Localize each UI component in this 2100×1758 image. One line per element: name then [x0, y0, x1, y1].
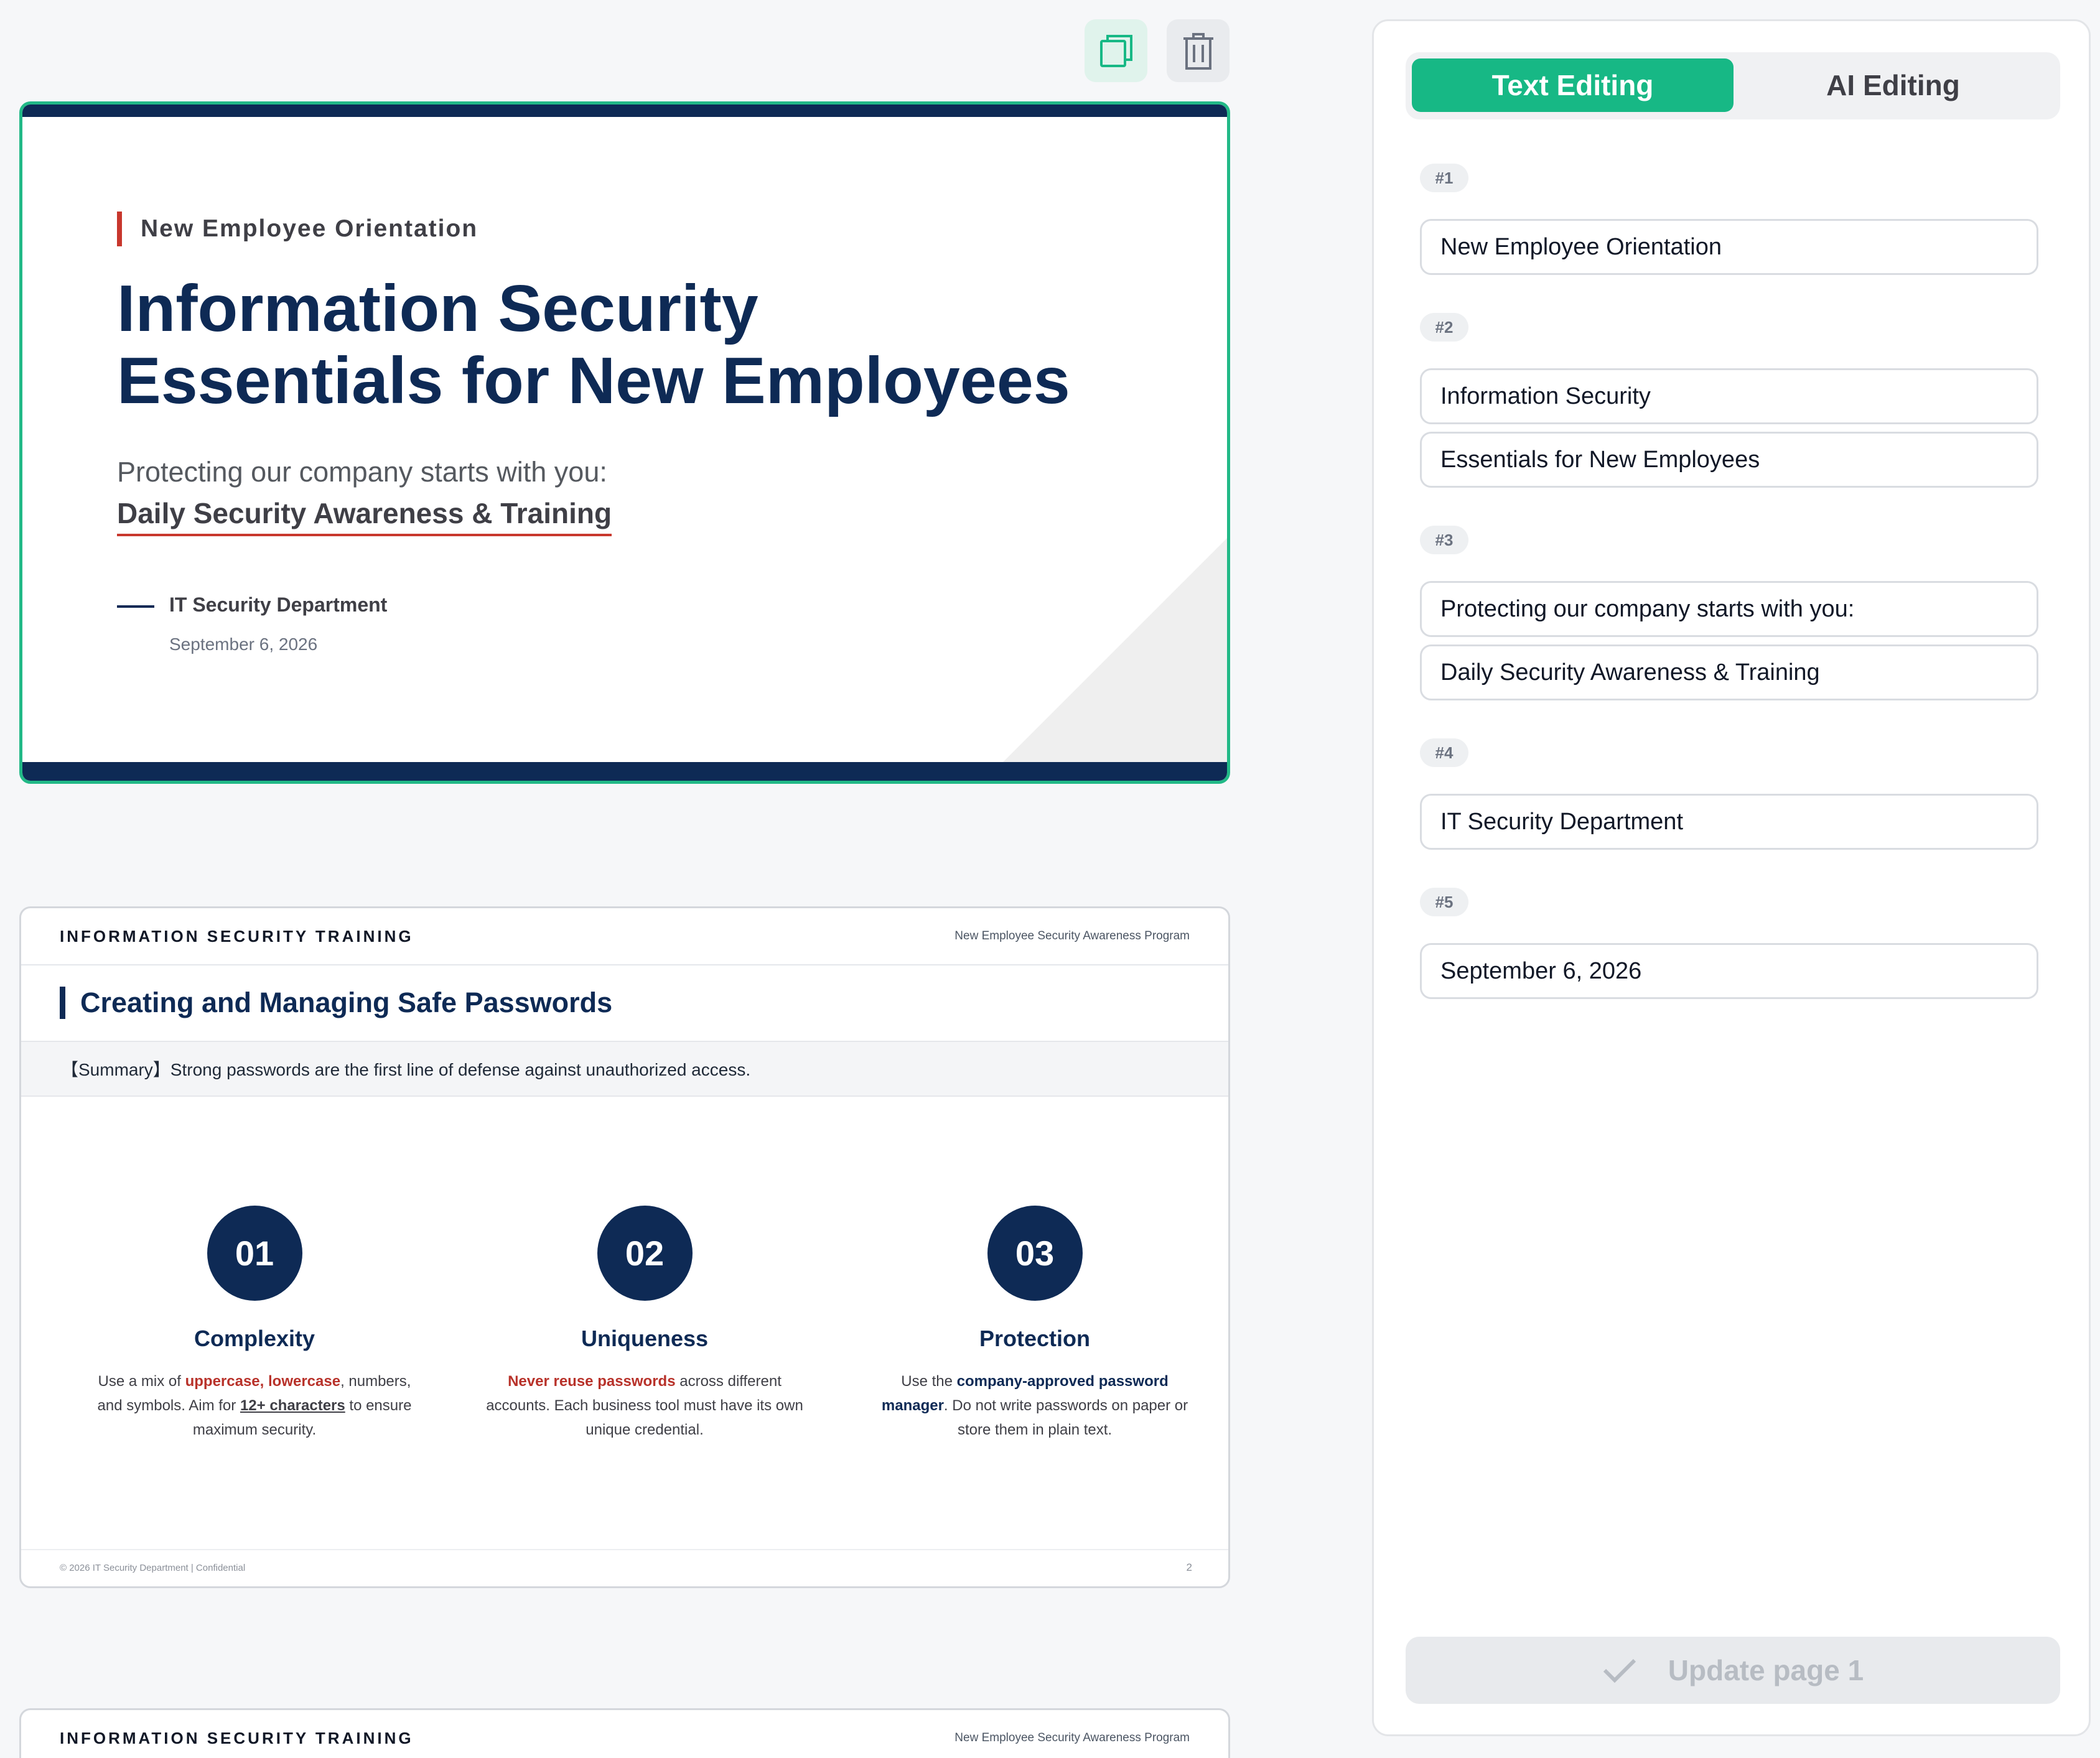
slide-header-brand: INFORMATION SECURITY TRAINING — [60, 1729, 414, 1747]
feature-description: Use the company-approved password manage… — [881, 1373, 1188, 1438]
slide-title-line-2: Essentials for New Employees — [117, 344, 1070, 417]
text-group-badge: #4 — [1420, 738, 1468, 767]
slide-1-thumbnail[interactable]: New Employee Orientation Information Sec… — [19, 101, 1230, 784]
slide-header-program: New Employee Security Awareness Program — [954, 1731, 1190, 1744]
slide-title: Information Security Essentials for New … — [117, 272, 1070, 417]
feature-description: Use a mix of uppercase, lowercase, numbe… — [97, 1373, 412, 1438]
slide-header-program: New Employee Security Awareness Program — [954, 929, 1190, 942]
slide-header-brand: INFORMATION SECURITY TRAINING — [60, 927, 414, 946]
feature-description: Never reuse passwords across different a… — [486, 1373, 803, 1438]
feature-heading: Protection — [979, 1326, 1090, 1351]
feature-heading: Uniqueness — [581, 1326, 709, 1351]
tab-ai-editing[interactable]: AI Editing — [1732, 58, 2054, 112]
text-field[interactable] — [1420, 219, 2038, 275]
slide-2-thumbnail[interactable]: INFORMATION SECURITY TRAINING New Employ… — [19, 906, 1230, 1588]
slide-footer: © 2026 IT Security Department | Confiden… — [21, 1549, 1228, 1586]
slide-subtitle-line-2: Daily Security Awareness & Training — [117, 496, 612, 536]
edit-panel: Text Editing AI Editing #1 #2 #3 #4 #5 U… — [1372, 19, 2091, 1736]
duplicate-icon — [1099, 34, 1132, 67]
text-group-badge: #2 — [1420, 313, 1468, 342]
step-number-badge: 03 — [987, 1206, 1083, 1301]
slide-date: September 6, 2026 — [169, 635, 318, 654]
slide-top-bar — [22, 105, 1227, 117]
decorative-corner — [1003, 538, 1227, 762]
footer-page-number: 2 — [1186, 1561, 1192, 1573]
step-number-badge: 02 — [597, 1206, 693, 1301]
feature-column-protection: 03 Protection Use the company-approved p… — [861, 1206, 1209, 1442]
tab-text-editing[interactable]: Text Editing — [1412, 58, 1734, 112]
text-field[interactable] — [1420, 432, 2038, 488]
slide-bottom-bar — [22, 762, 1227, 781]
text-field[interactable] — [1420, 943, 2038, 999]
slide-3-thumbnail[interactable]: INFORMATION SECURITY TRAINING New Employ… — [19, 1708, 1230, 1758]
slide-header: INFORMATION SECURITY TRAINING New Employ… — [21, 908, 1228, 965]
text-field[interactable] — [1420, 581, 2038, 637]
update-page-button[interactable]: Update page 1 — [1406, 1637, 2060, 1704]
slide-title: Creating and Managing Safe Passwords — [60, 987, 612, 1019]
slide-kicker: New Employee Orientation — [117, 212, 478, 246]
slide-subtitle-line-1: Protecting our company starts with you: — [117, 456, 607, 488]
trash-icon — [1183, 32, 1213, 70]
text-group-badge: #1 — [1420, 164, 1468, 192]
slide-department: IT Security Department — [169, 593, 388, 616]
feature-column-uniqueness: 02 Uniqueness Never reuse passwords acro… — [470, 1206, 819, 1442]
step-number-badge: 01 — [207, 1206, 302, 1301]
delete-slide-button[interactable] — [1167, 19, 1230, 82]
slide-summary: 【Summary】Strong passwords are the first … — [21, 1041, 1228, 1097]
text-field[interactable] — [1420, 644, 2038, 700]
footer-copyright: © 2026 IT Security Department | Confiden… — [60, 1563, 246, 1573]
feature-heading: Complexity — [194, 1326, 315, 1351]
text-group-badge: #3 — [1420, 526, 1468, 554]
duplicate-slide-button[interactable] — [1085, 19, 1147, 82]
text-group-badge: #5 — [1420, 888, 1468, 916]
slide-title-line-1: Information Security — [117, 272, 758, 345]
department-dash — [117, 605, 154, 608]
text-field[interactable] — [1420, 794, 2038, 850]
feature-column-complexity: 01 Complexity Use a mix of uppercase, lo… — [80, 1206, 429, 1442]
text-field[interactable] — [1420, 368, 2038, 424]
edit-mode-tabs: Text Editing AI Editing — [1406, 52, 2060, 119]
update-page-label: Update page 1 — [1668, 1654, 1864, 1686]
checkmark-icon — [1603, 1658, 1636, 1683]
